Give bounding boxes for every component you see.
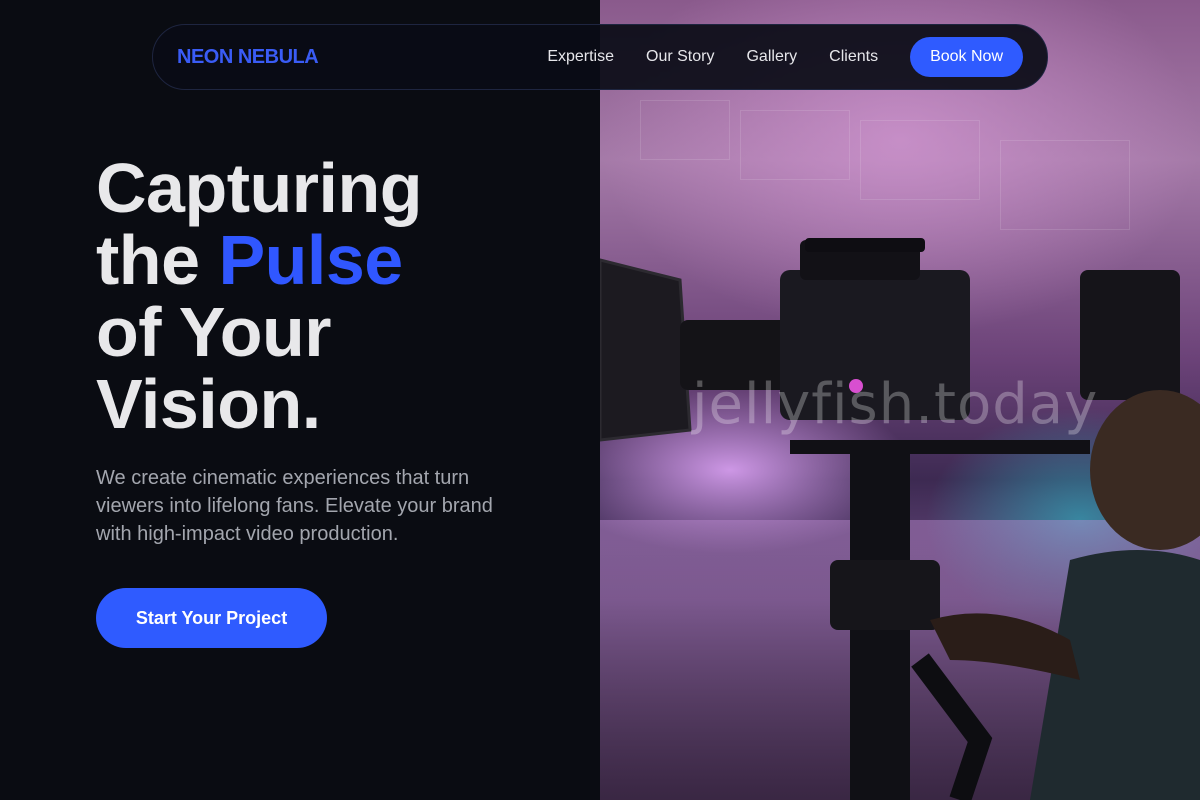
watermark-text: jellyfish.today xyxy=(692,372,1099,437)
hero-subtitle: We create cinematic experiences that tur… xyxy=(96,467,493,545)
hero-photo: jellyfish.today xyxy=(600,0,1200,800)
nav-link-our-story[interactable]: Our Story xyxy=(646,48,714,66)
hero-title-line-1: Capturing xyxy=(96,149,423,227)
brand-logo[interactable]: NEON NEBULA xyxy=(177,46,319,69)
hero-title: Capturing the Pulse of Your Vision. xyxy=(96,149,423,443)
top-navbar: NEON NEBULA Expertise Our Story Gallery … xyxy=(152,24,1048,90)
hero-title-line-4: Vision. xyxy=(96,365,321,443)
nav-link-expertise[interactable]: Expertise xyxy=(547,48,614,66)
hero-title-line-3: of Your xyxy=(96,293,332,371)
hero-title-accent: Pulse xyxy=(218,221,403,299)
book-now-button[interactable]: Book Now xyxy=(910,37,1023,77)
start-project-button[interactable]: Start Your Project xyxy=(96,588,327,648)
hero-title-line-2-prefix: the xyxy=(96,221,219,299)
nav-links: Expertise Our Story Gallery Clients Book… xyxy=(547,37,1023,77)
nav-link-gallery[interactable]: Gallery xyxy=(746,48,797,66)
nav-link-clients[interactable]: Clients xyxy=(829,48,878,66)
